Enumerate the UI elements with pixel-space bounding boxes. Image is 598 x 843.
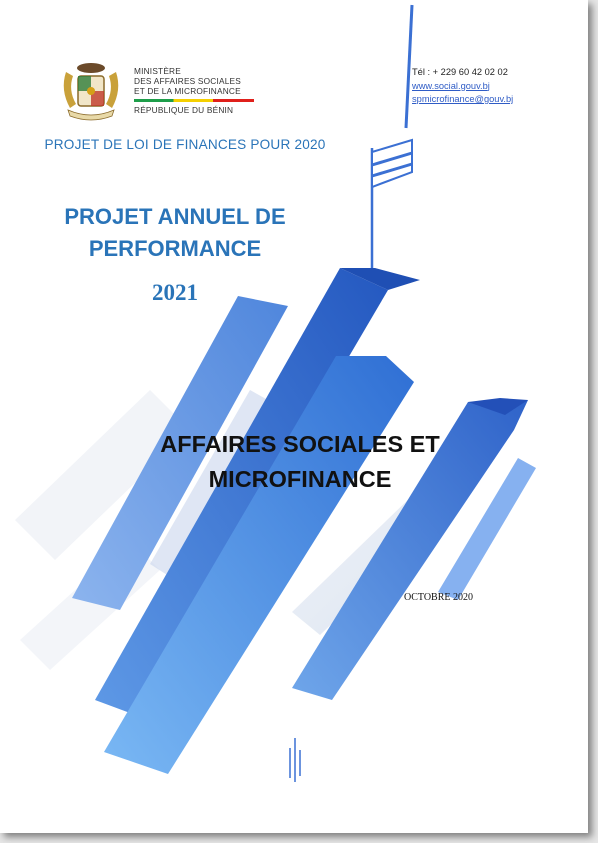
contact-block: Tél : + 229 60 42 02 02 www.social.gouv.… bbox=[412, 66, 513, 107]
law-project-heading: PROJET DE LOI DE FINANCES POUR 2020 bbox=[44, 137, 326, 152]
publication-date: OCTOBRE 2020 bbox=[404, 592, 473, 603]
document-title-line-2: MICROFINANCE bbox=[208, 466, 392, 492]
website-link[interactable]: www.social.gouv.bj bbox=[412, 80, 513, 94]
email-link[interactable]: spmicrofinance@gouv.bj bbox=[412, 93, 513, 107]
document-title-line-1: AFFAIRES SOCIALES ET bbox=[160, 431, 440, 457]
document-title: AFFAIRES SOCIALES ET MICROFINANCE bbox=[100, 427, 500, 497]
benin-coat-of-arms-icon bbox=[63, 63, 119, 121]
annual-title-line-2: PERFORMANCE bbox=[88, 236, 262, 261]
year-label: 2021 bbox=[152, 280, 198, 305]
republic-name: RÉPUBLIQUE DU BÉNIN bbox=[134, 105, 234, 115]
ministry-line-1: MINISTÈRE bbox=[134, 66, 181, 76]
annual-performance-title: PROJET ANNUEL DE PERFORMANCE bbox=[0, 201, 350, 265]
phone-number: Tél : + 229 60 42 02 02 bbox=[412, 67, 508, 77]
ministry-name: MINISTÈRE DES AFFAIRES SOCIALES ET DE LA… bbox=[134, 66, 241, 96]
ministry-line-3: ET DE LA MICROFINANCE bbox=[134, 86, 241, 96]
document-page: MINISTÈRE DES AFFAIRES SOCIALES ET DE LA… bbox=[0, 0, 588, 833]
benin-flag-bar bbox=[134, 99, 254, 102]
annual-title-line-1: PROJET ANNUEL DE bbox=[64, 204, 286, 229]
decorative-blue-bars bbox=[15, 4, 536, 782]
ministry-line-2: DES AFFAIRES SOCIALES bbox=[134, 76, 242, 86]
